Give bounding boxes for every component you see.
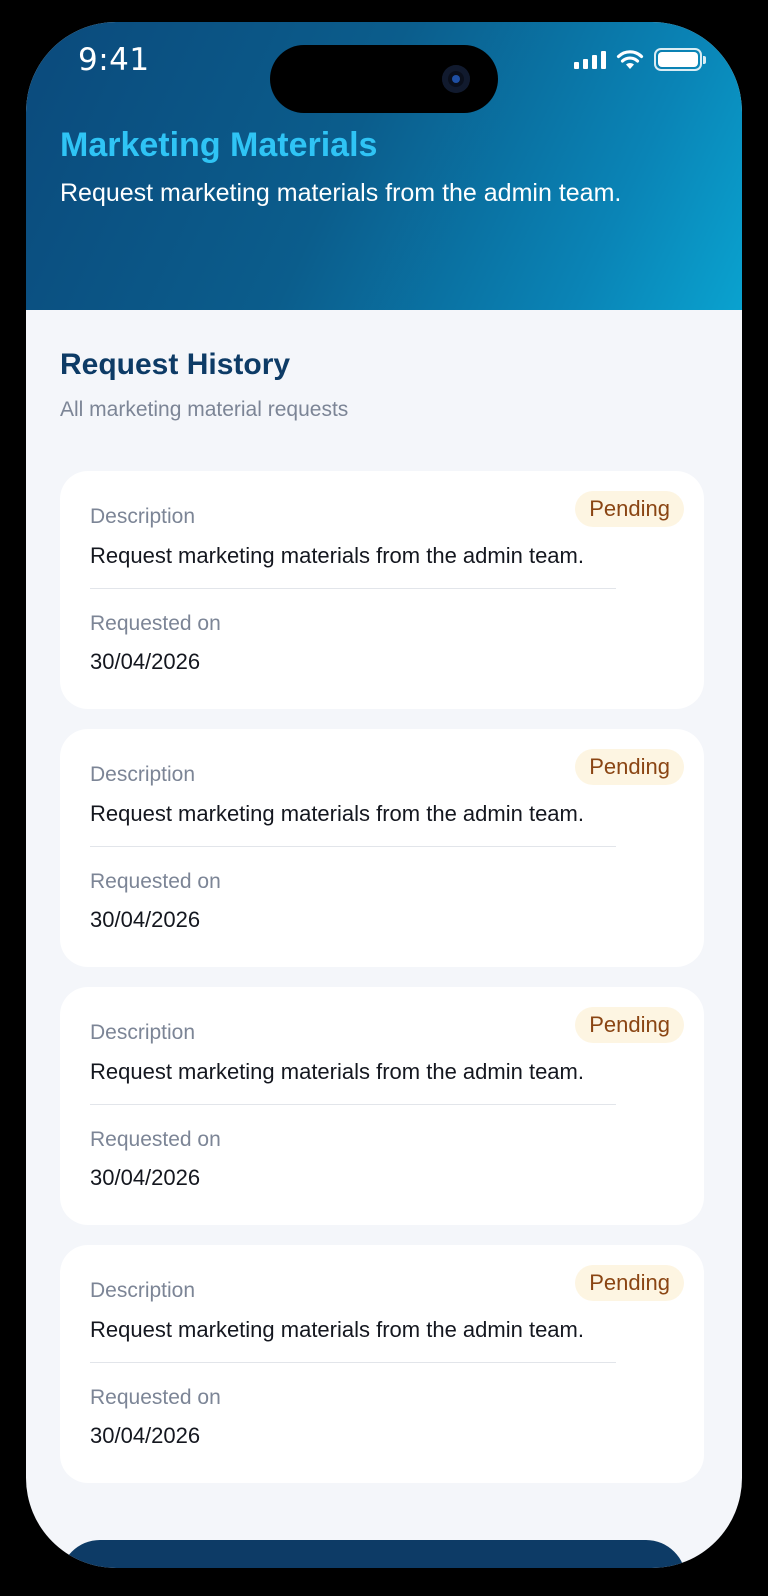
description-label: Description: [90, 763, 196, 786]
request-card[interactable]: Description Pending Request marketing ma…: [60, 471, 704, 709]
status-badge: Pending: [575, 491, 684, 527]
status-badge: Pending: [575, 1265, 684, 1301]
requested-on-label: Requested on: [90, 1386, 221, 1409]
page-subtitle: Request marketing materials from the adm…: [60, 179, 622, 207]
section-title: Request History: [60, 348, 291, 381]
divider: [90, 1104, 616, 1105]
section-subtitle: All marketing material requests: [60, 398, 349, 421]
wifi-icon: [616, 49, 644, 69]
requested-on-label: Requested on: [90, 1128, 221, 1151]
description-value: Request marketing materials from the adm…: [90, 1059, 584, 1084]
description-label: Description: [90, 505, 196, 528]
signal-icon: [574, 50, 606, 69]
divider: [90, 1362, 616, 1363]
status-badge: Pending: [575, 749, 684, 785]
status-badge: Pending: [575, 1007, 684, 1043]
status-icons: [574, 48, 706, 71]
bottom-action-bar[interactable]: [60, 1540, 686, 1568]
requested-on-value: 30/04/2026: [90, 649, 201, 674]
description-label: Description: [90, 1279, 196, 1302]
camera-icon: [442, 65, 470, 93]
battery-icon: [654, 48, 706, 71]
description-value: Request marketing materials from the adm…: [90, 543, 584, 568]
description-label: Description: [90, 1021, 196, 1044]
requested-on-label: Requested on: [90, 870, 221, 893]
request-list: Description Pending Request marketing ma…: [60, 471, 704, 1503]
request-card[interactable]: Description Pending Request marketing ma…: [60, 987, 704, 1225]
request-card[interactable]: Description Pending Request marketing ma…: [60, 729, 704, 967]
header-banner: 9:41 Marketing Materials Request marketi…: [26, 22, 742, 310]
requested-on-label: Requested on: [90, 612, 221, 635]
requested-on-value: 30/04/2026: [90, 907, 201, 932]
request-card[interactable]: Description Pending Request marketing ma…: [60, 1245, 704, 1483]
status-time: 9:41: [78, 42, 150, 78]
divider: [90, 588, 616, 589]
description-value: Request marketing materials from the adm…: [90, 801, 584, 826]
phone-screen: 9:41 Marketing Materials Request marketi…: [26, 22, 742, 1568]
divider: [90, 846, 616, 847]
requested-on-value: 30/04/2026: [90, 1423, 201, 1448]
requested-on-value: 30/04/2026: [90, 1165, 201, 1190]
dynamic-island: [270, 45, 498, 113]
page-title: Marketing Materials: [60, 126, 378, 164]
description-value: Request marketing materials from the adm…: [90, 1317, 584, 1342]
